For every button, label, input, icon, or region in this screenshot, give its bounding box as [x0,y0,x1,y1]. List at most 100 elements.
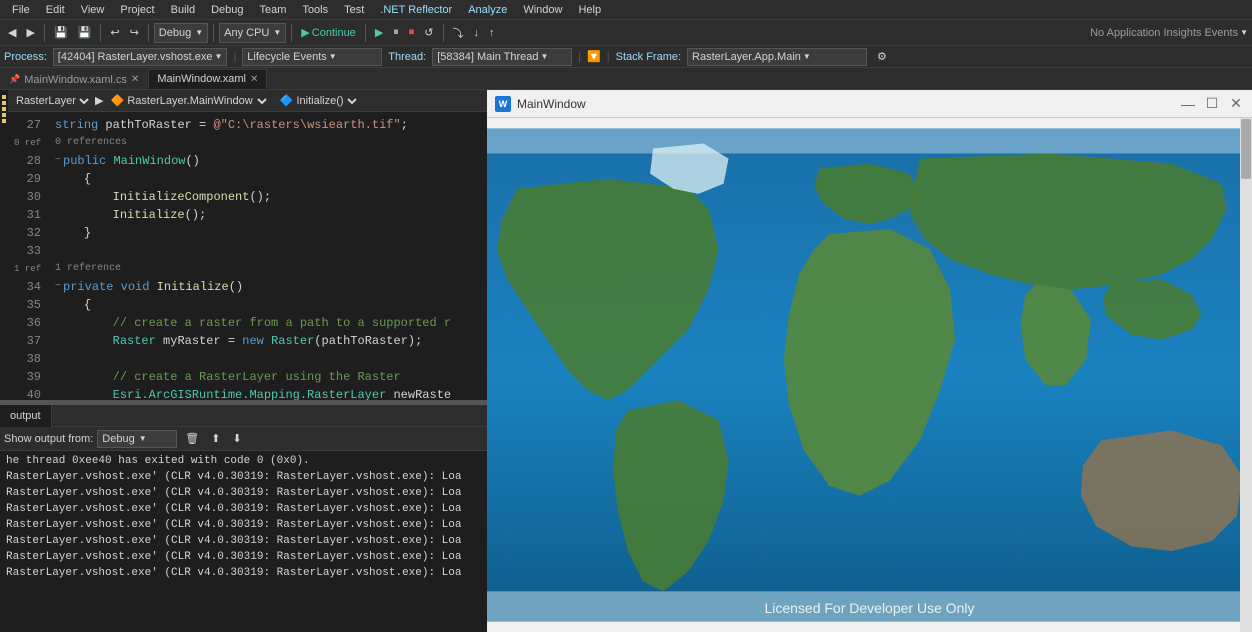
minimize-button[interactable]: — [1180,96,1196,112]
code-line-37: Raster myRaster = new Raster(pathToRaste… [55,332,487,350]
code-line-ref1: 0 references [55,134,487,152]
start-button[interactable]: ▶ [371,22,387,44]
output-line: RasterLayer.vshost.exe' (CLR v4.0.30319:… [6,565,481,581]
line-numbers: 27 0 ref 28 29 30 31 32 33 1 ref 34 35 3… [8,112,47,400]
lifecycle-dropdown[interactable]: Lifecycle Events ▼ [242,48,382,66]
method-select[interactable]: 🔷 Initialize() [276,94,360,108]
menu-analyze[interactable]: Analyze [460,2,515,18]
menu-view[interactable]: View [73,2,113,18]
gutter-bar [0,90,8,400]
collapse-28[interactable]: − [55,152,61,170]
tab-mainwindow-xaml[interactable]: MainWindow.xaml ✕ [148,69,267,89]
stack-label: Stack Frame: [616,51,681,63]
step-over-button[interactable]: ⤵ [449,22,468,44]
menu-file[interactable]: File [4,2,38,18]
gutter-mark-3 [2,107,6,111]
menu-project[interactable]: Project [112,2,162,18]
forward-button[interactable]: ▶ [22,22,38,44]
insights-arrow: ▼ [1240,28,1248,37]
preview-title: MainWindow [517,97,1180,111]
menu-test[interactable]: Test [336,2,372,18]
pause-button[interactable]: ⏸ [389,22,403,44]
tab-close-1[interactable]: ✕ [131,74,139,85]
toolbar-separator-6 [365,24,366,42]
gutter-mark-2 [2,101,6,105]
output-section: output Show output from: Debug ▼ 🗑 ⬆ ⬇ h… [0,403,487,632]
menu-build[interactable]: Build [163,2,203,18]
toolbar: ◀ ▶ 💾 💾 ↩ ↪ Debug ▼ Any CPU ▼ ▶ Continue… [0,20,1252,46]
output-line: RasterLayer.vshost.exe' (CLR v4.0.30319:… [6,533,481,549]
sep3: | [607,51,610,63]
class-select[interactable]: 🔶 RasterLayer.MainWindow [107,94,270,108]
output-line: RasterLayer.vshost.exe' (CLR v4.0.30319:… [6,501,481,517]
output-scroll-bottom-button[interactable]: ⬇ [228,428,245,450]
code-line-38 [55,350,487,368]
scrollbar-thumb[interactable] [1241,119,1251,179]
step-into-button[interactable]: ↓ [470,22,484,44]
code-breadcrumb: RasterLayer ▶ 🔶 RasterLayer.MainWindow 🔷… [8,90,487,112]
stack-dropdown[interactable]: RasterLayer.App.Main ▼ [687,48,867,66]
thread-dropdown[interactable]: [58384] Main Thread ▼ [432,48,572,66]
close-button[interactable]: ✕ [1228,96,1244,112]
output-content: he thread 0xee40 has exited with code 0 … [0,451,487,632]
menu-help[interactable]: Help [570,2,609,18]
output-line: RasterLayer.vshost.exe' (CLR v4.0.30319:… [6,549,481,565]
menu-tools[interactable]: Tools [294,2,336,18]
debug-config-arrow: ▼ [195,28,203,37]
tab-pin-icon: 📌 [9,74,20,85]
code-line-35: { [55,296,487,314]
save-button[interactable]: 💾 [50,22,72,44]
no-insights-label: No Application Insights Events [1090,27,1238,39]
code-line-30: InitializeComponent(); [55,188,487,206]
output-tab-row: output [0,405,487,427]
step-out-button[interactable]: ↑ [485,22,499,44]
toolbar-separator-7 [443,24,444,42]
collapse-34[interactable]: − [55,278,61,296]
show-output-dropdown[interactable]: Debug ▼ [97,430,177,448]
tab-mainwindow-xaml-cs[interactable]: 📌 MainWindow.xaml.cs ✕ [0,69,148,89]
menu-net-reflector[interactable]: .NET Reflector [372,2,460,18]
stack-settings-button[interactable]: ⚙ [873,46,891,68]
code-line-39: // create a RasterLayer using the Raster [55,368,487,386]
menu-window[interactable]: Window [515,2,570,18]
undo-button[interactable]: ↩ [106,22,123,44]
menu-team[interactable]: Team [252,2,295,18]
preview-scrollbar[interactable] [1240,118,1252,632]
maximize-button[interactable]: ☐ [1204,96,1220,112]
continue-button[interactable]: ▶ Continue [297,22,360,44]
sep2: | [578,51,581,63]
menu-debug[interactable]: Debug [203,2,251,18]
world-map-svg [487,118,1252,632]
code-line-32: } [55,224,487,242]
back-button[interactable]: ◀ [4,22,20,44]
redo-button[interactable]: ↪ [126,22,143,44]
code-line-40: Esri.ArcGISRuntime.Mapping.RasterLayer n… [55,386,487,400]
save-all-button[interactable]: 💾 [74,22,96,44]
output-line: RasterLayer.vshost.exe' (CLR v4.0.30319:… [6,469,481,485]
output-tab[interactable]: output [0,405,52,427]
preview-content: Licensed For Developer Use Only [487,118,1252,632]
code-content: string pathToRaster = @"C:\rasters\wsiea… [47,112,487,400]
code-editor[interactable]: 27 0 ref 28 29 30 31 32 33 1 ref 34 35 3… [8,112,487,400]
menu-edit[interactable]: Edit [38,2,73,18]
output-scroll-top-button[interactable]: ⬆ [207,428,224,450]
preview-app-icon: W [495,96,511,112]
map-watermark: Licensed For Developer Use Only [764,600,974,616]
tab-close-2[interactable]: ✕ [250,74,258,85]
code-line-29: { [55,170,487,188]
output-clear-button[interactable]: 🗑 [181,428,203,450]
process-dropdown[interactable]: [42404] RasterLayer.vshost.exe ▼ [53,48,228,66]
debug-config-dropdown[interactable]: Debug ▼ [154,23,208,43]
toolbar-separator-3 [148,24,149,42]
stop-button[interactable]: ⏹ [405,22,419,44]
sep1: | [233,51,236,63]
cpu-arrow: ▼ [273,28,281,37]
toolbar-separator-4 [213,24,214,42]
namespace-select[interactable]: RasterLayer [12,94,92,108]
code-line-36: // create a raster from a path to a supp… [55,314,487,332]
output-line: RasterLayer.vshost.exe' (CLR v4.0.30319:… [6,517,481,533]
code-line-34: − private void Initialize() [55,278,487,296]
stack-filter-icon: 🔽 [587,50,601,63]
restart-button[interactable]: ↺ [420,22,437,44]
cpu-dropdown[interactable]: Any CPU ▼ [219,23,286,43]
